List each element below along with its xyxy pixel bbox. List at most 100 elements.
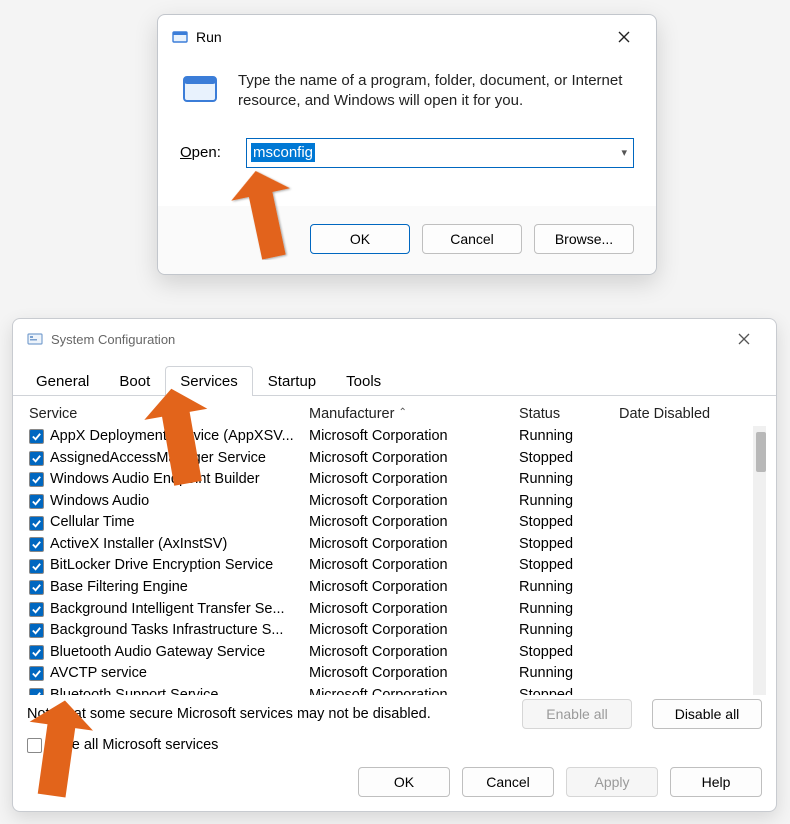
service-checkbox[interactable] xyxy=(29,559,44,574)
run-browse-button[interactable]: Browse... xyxy=(534,224,634,254)
enable-all-button[interactable]: Enable all xyxy=(522,699,632,729)
service-manufacturer: Microsoft Corporation xyxy=(309,600,519,620)
service-manufacturer: Microsoft Corporation xyxy=(309,492,519,512)
table-row[interactable]: Windows AudioMicrosoft CorporationRunnin… xyxy=(23,491,766,513)
disable-all-button[interactable]: Disable all xyxy=(652,699,762,729)
service-status: Running xyxy=(519,427,619,447)
tab-general[interactable]: General xyxy=(21,366,104,396)
service-status: Stopped xyxy=(519,513,619,533)
table-row[interactable]: Background Intelligent Transfer Se... Mic… xyxy=(23,599,766,621)
sc-title: System Configuration xyxy=(51,332,722,347)
sc-app-icon xyxy=(27,331,43,347)
service-status: Running xyxy=(519,621,619,641)
run-open-label: Open: xyxy=(180,144,232,161)
service-manufacturer: Microsoft Corporation xyxy=(309,643,519,663)
service-name: AppX Deployment Service (AppXSV... xyxy=(50,427,294,447)
service-checkbox[interactable] xyxy=(29,602,44,617)
chevron-down-icon[interactable]: ▾ xyxy=(621,146,627,159)
service-status: Running xyxy=(519,578,619,598)
service-checkbox[interactable] xyxy=(29,494,44,509)
run-top-row: Type the name of a program, folder, docu… xyxy=(180,69,634,112)
service-checkbox[interactable] xyxy=(29,516,44,531)
tab-services[interactable]: Services xyxy=(165,366,253,396)
hide-ms-label: Hide all Microsoft services xyxy=(50,737,218,753)
table-row[interactable]: Bluetooth Support Service Microsoft Corpo… xyxy=(23,685,766,695)
service-name: Cellular Time xyxy=(50,513,135,533)
close-icon xyxy=(738,333,750,345)
tab-startup[interactable]: Startup xyxy=(253,366,331,396)
run-app-icon xyxy=(172,29,188,45)
service-manufacturer: Microsoft Corporation xyxy=(309,556,519,576)
service-name: Bluetooth Audio Gateway Service xyxy=(50,643,265,663)
service-status: Stopped xyxy=(519,643,619,663)
service-name: Windows Audio Endpoint Builder xyxy=(50,470,260,490)
service-status: Running xyxy=(519,664,619,684)
scrollbar-track[interactable] xyxy=(753,426,766,695)
service-name: Background Intelligent Transfer Se... xyxy=(50,600,285,620)
service-checkbox[interactable] xyxy=(29,688,44,695)
service-status: Stopped xyxy=(519,535,619,555)
table-row[interactable]: Cellular Time Microsoft CorporationStoppe… xyxy=(23,512,766,534)
scrollbar-thumb[interactable] xyxy=(756,432,766,472)
service-checkbox[interactable] xyxy=(29,472,44,487)
table-row[interactable]: Bluetooth Audio Gateway Service Microsoft… xyxy=(23,642,766,664)
service-manufacturer: Microsoft Corporation xyxy=(309,427,519,447)
service-checkbox[interactable] xyxy=(29,451,44,466)
table-row[interactable]: ActiveX Installer (AxInstSV)Microsoft Co… xyxy=(23,534,766,556)
table-row[interactable]: AssignedAccessManager ServiceMicrosoft C… xyxy=(23,448,766,470)
service-checkbox[interactable] xyxy=(29,666,44,681)
run-close-button[interactable] xyxy=(602,23,646,51)
col-status: Status xyxy=(519,406,619,422)
run-titlebar: Run xyxy=(158,15,656,57)
service-name: AVCTP service xyxy=(50,664,147,684)
hide-ms-checkbox[interactable] xyxy=(27,738,42,753)
service-name: Bluetooth Support Service xyxy=(50,686,218,695)
service-status: Stopped xyxy=(519,449,619,469)
col-manufacturer: Manufacturer⌃ xyxy=(309,406,519,422)
col-service: Service xyxy=(29,406,309,422)
sc-help-button[interactable]: Help xyxy=(670,767,762,797)
system-configuration-window: System Configuration General Boot Servic… xyxy=(12,318,777,812)
service-checkbox[interactable] xyxy=(29,580,44,595)
tab-boot[interactable]: Boot xyxy=(104,366,165,396)
table-row[interactable]: Windows Audio Endpoint BuilderMicrosoft … xyxy=(23,469,766,491)
service-name: AssignedAccessManager Service xyxy=(50,449,266,469)
service-checkbox[interactable] xyxy=(29,537,44,552)
table-row[interactable]: AppX Deployment Service (AppXSV... Micros… xyxy=(23,426,766,448)
service-name: Windows Audio xyxy=(50,492,149,512)
service-checkbox[interactable] xyxy=(29,429,44,444)
sc-rows-container[interactable]: AppX Deployment Service (AppXSV... Micros… xyxy=(23,426,766,695)
service-status: Stopped xyxy=(519,686,619,695)
service-name: Background Tasks Infrastructure S... xyxy=(50,621,283,641)
table-row[interactable]: Base Filtering EngineMicrosoft Corporati… xyxy=(23,577,766,599)
table-row[interactable]: Background Tasks Infrastructure S... Micr… xyxy=(23,620,766,642)
run-open-input[interactable]: msconfig ▾ xyxy=(246,138,634,168)
run-body: Type the name of a program, folder, docu… xyxy=(158,57,656,168)
service-name: BitLocker Drive Encryption Service xyxy=(50,556,273,576)
table-row[interactable]: BitLocker Drive Encryption Service Micros… xyxy=(23,555,766,577)
service-checkbox[interactable] xyxy=(29,623,44,638)
sc-titlebar: System Configuration xyxy=(13,319,776,357)
run-title: Run xyxy=(196,29,602,45)
run-ok-button[interactable]: OK xyxy=(310,224,410,254)
run-cancel-button[interactable]: Cancel xyxy=(422,224,522,254)
sc-cancel-button[interactable]: Cancel xyxy=(462,767,554,797)
sc-button-bar: OK Cancel Apply Help xyxy=(13,759,776,811)
col-date-disabled: Date Disabled xyxy=(619,406,760,422)
service-manufacturer: Microsoft Corporation xyxy=(309,686,519,695)
sc-note-row: Note that some secure Microsoft services… xyxy=(13,697,776,729)
sc-tabstrip: General Boot Services Startup Tools xyxy=(13,365,776,396)
service-status: Running xyxy=(519,600,619,620)
service-manufacturer: Microsoft Corporation xyxy=(309,513,519,533)
service-manufacturer: Microsoft Corporation xyxy=(309,621,519,641)
sc-apply-button[interactable]: Apply xyxy=(566,767,658,797)
sc-close-button[interactable] xyxy=(722,327,766,351)
service-manufacturer: Microsoft Corporation xyxy=(309,578,519,598)
tab-tools[interactable]: Tools xyxy=(331,366,396,396)
table-row[interactable]: AVCTP service Microsoft CorporationRunnin… xyxy=(23,663,766,685)
sc-column-headers[interactable]: Service Manufacturer⌃ Status Date Disabl… xyxy=(23,402,766,426)
service-manufacturer: Microsoft Corporation xyxy=(309,664,519,684)
sort-caret-icon: ⌃ xyxy=(398,407,406,418)
service-checkbox[interactable] xyxy=(29,645,44,660)
sc-ok-button[interactable]: OK xyxy=(358,767,450,797)
